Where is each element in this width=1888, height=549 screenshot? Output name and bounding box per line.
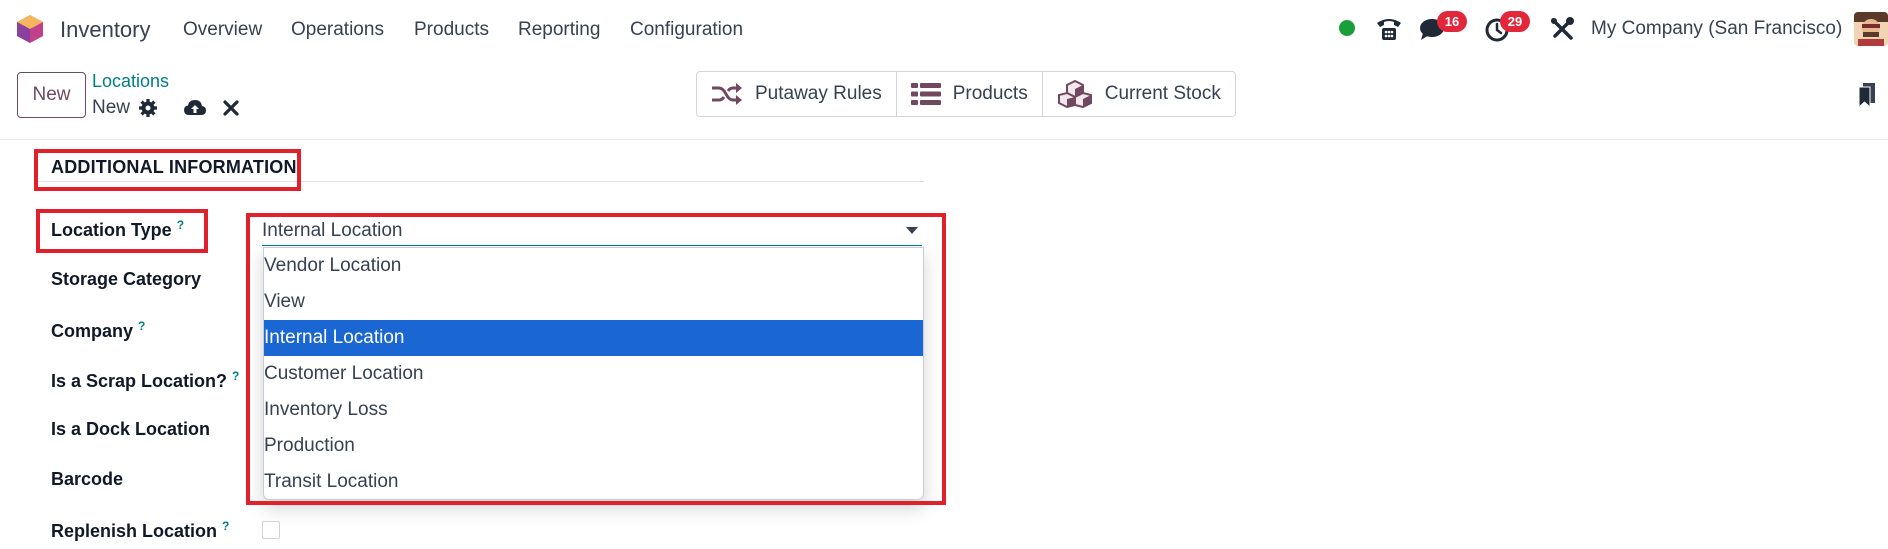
- top-navbar: Inventory Overview Operations Products R…: [0, 0, 1888, 58]
- location-type-dropdown: Vendor Location View Internal Location C…: [263, 247, 924, 500]
- phone-icon[interactable]: [1375, 16, 1403, 42]
- close-icon[interactable]: [222, 98, 240, 118]
- menu-operations[interactable]: Operations: [291, 19, 384, 41]
- location-type-label: Location Type?: [51, 218, 184, 241]
- products-button[interactable]: Products: [896, 72, 1043, 116]
- messages-count-badge: 16: [1437, 11, 1467, 32]
- current-stock-button[interactable]: Current Stock: [1042, 72, 1235, 116]
- barcode-label-text: Barcode: [51, 469, 124, 489]
- inventory-app-icon[interactable]: [16, 14, 44, 44]
- option-transit-location[interactable]: Transit Location: [264, 464, 923, 499]
- menu-reporting[interactable]: Reporting: [518, 19, 600, 41]
- smart-buttons: Putaway Rules Products Current Stock: [696, 71, 1236, 117]
- company-label: Company?: [51, 319, 145, 342]
- caret-down-icon[interactable]: [906, 227, 918, 234]
- cubes-icon: [1057, 80, 1092, 108]
- option-view[interactable]: View: [264, 284, 923, 320]
- record-name: New: [92, 97, 131, 118]
- replenish-location-help-icon[interactable]: ?: [222, 519, 229, 533]
- menu-products[interactable]: Products: [414, 19, 489, 41]
- replenish-location-checkbox[interactable]: [262, 521, 280, 539]
- putaway-rules-button[interactable]: Putaway Rules: [697, 72, 897, 116]
- scrap-location-label-text: Is a Scrap Location?: [51, 371, 228, 391]
- option-internal-location[interactable]: Internal Location: [264, 320, 923, 356]
- debug-tools-icon[interactable]: [1549, 16, 1577, 42]
- products-label: Products: [952, 83, 1028, 104]
- app-name[interactable]: Inventory: [60, 17, 151, 43]
- option-inventory-loss[interactable]: Inventory Loss: [264, 392, 923, 428]
- company-help-icon[interactable]: ?: [138, 319, 145, 333]
- option-production[interactable]: Production: [264, 428, 923, 464]
- bookmark-icon[interactable]: [1858, 82, 1876, 108]
- location-type-label-text: Location Type: [51, 220, 172, 240]
- gear-icon[interactable]: [138, 98, 158, 118]
- control-panel: New Locations New Putaway Rules Products…: [0, 58, 1888, 140]
- breadcrumb-locations[interactable]: Locations: [92, 71, 169, 92]
- replenish-location-label: Replenish Location?: [51, 519, 229, 542]
- cloud-upload-icon[interactable]: [183, 97, 207, 119]
- scrap-location-label: Is a Scrap Location??: [51, 369, 239, 392]
- section-divider: [36, 181, 924, 182]
- list-icon: [910, 83, 941, 105]
- storage-category-label: Storage Category: [51, 269, 201, 290]
- scrap-location-help-icon[interactable]: ?: [232, 369, 239, 383]
- presence-status-indicator[interactable]: [1339, 20, 1355, 36]
- current-stock-label: Current Stock: [1104, 83, 1221, 104]
- option-vendor-location[interactable]: Vendor Location: [264, 248, 923, 284]
- putaway-rules-label: Putaway Rules: [755, 83, 882, 104]
- dock-location-label-text: Is a Dock Location: [51, 419, 211, 439]
- shuffle-icon: [712, 83, 742, 105]
- company-label-text: Company: [51, 321, 134, 341]
- location-type-help-icon[interactable]: ?: [177, 218, 184, 232]
- location-type-select[interactable]: Internal Location: [262, 216, 922, 246]
- dock-location-label: Is a Dock Location: [51, 419, 210, 440]
- barcode-label: Barcode: [51, 469, 123, 490]
- storage-category-label-text: Storage Category: [51, 269, 202, 289]
- activities-count-badge: 29: [1500, 11, 1530, 32]
- menu-overview[interactable]: Overview: [183, 19, 262, 41]
- menu-configuration[interactable]: Configuration: [630, 19, 743, 41]
- new-record-button[interactable]: New: [17, 72, 86, 118]
- additional-information-heading: ADDITIONAL INFORMATION: [51, 157, 297, 177]
- option-customer-location[interactable]: Customer Location: [264, 356, 923, 392]
- replenish-location-label-text: Replenish Location: [51, 521, 218, 541]
- company-switcher[interactable]: My Company (San Francisco): [1591, 18, 1842, 40]
- location-type-value: Internal Location: [262, 220, 403, 241]
- user-avatar[interactable]: [1854, 12, 1888, 46]
